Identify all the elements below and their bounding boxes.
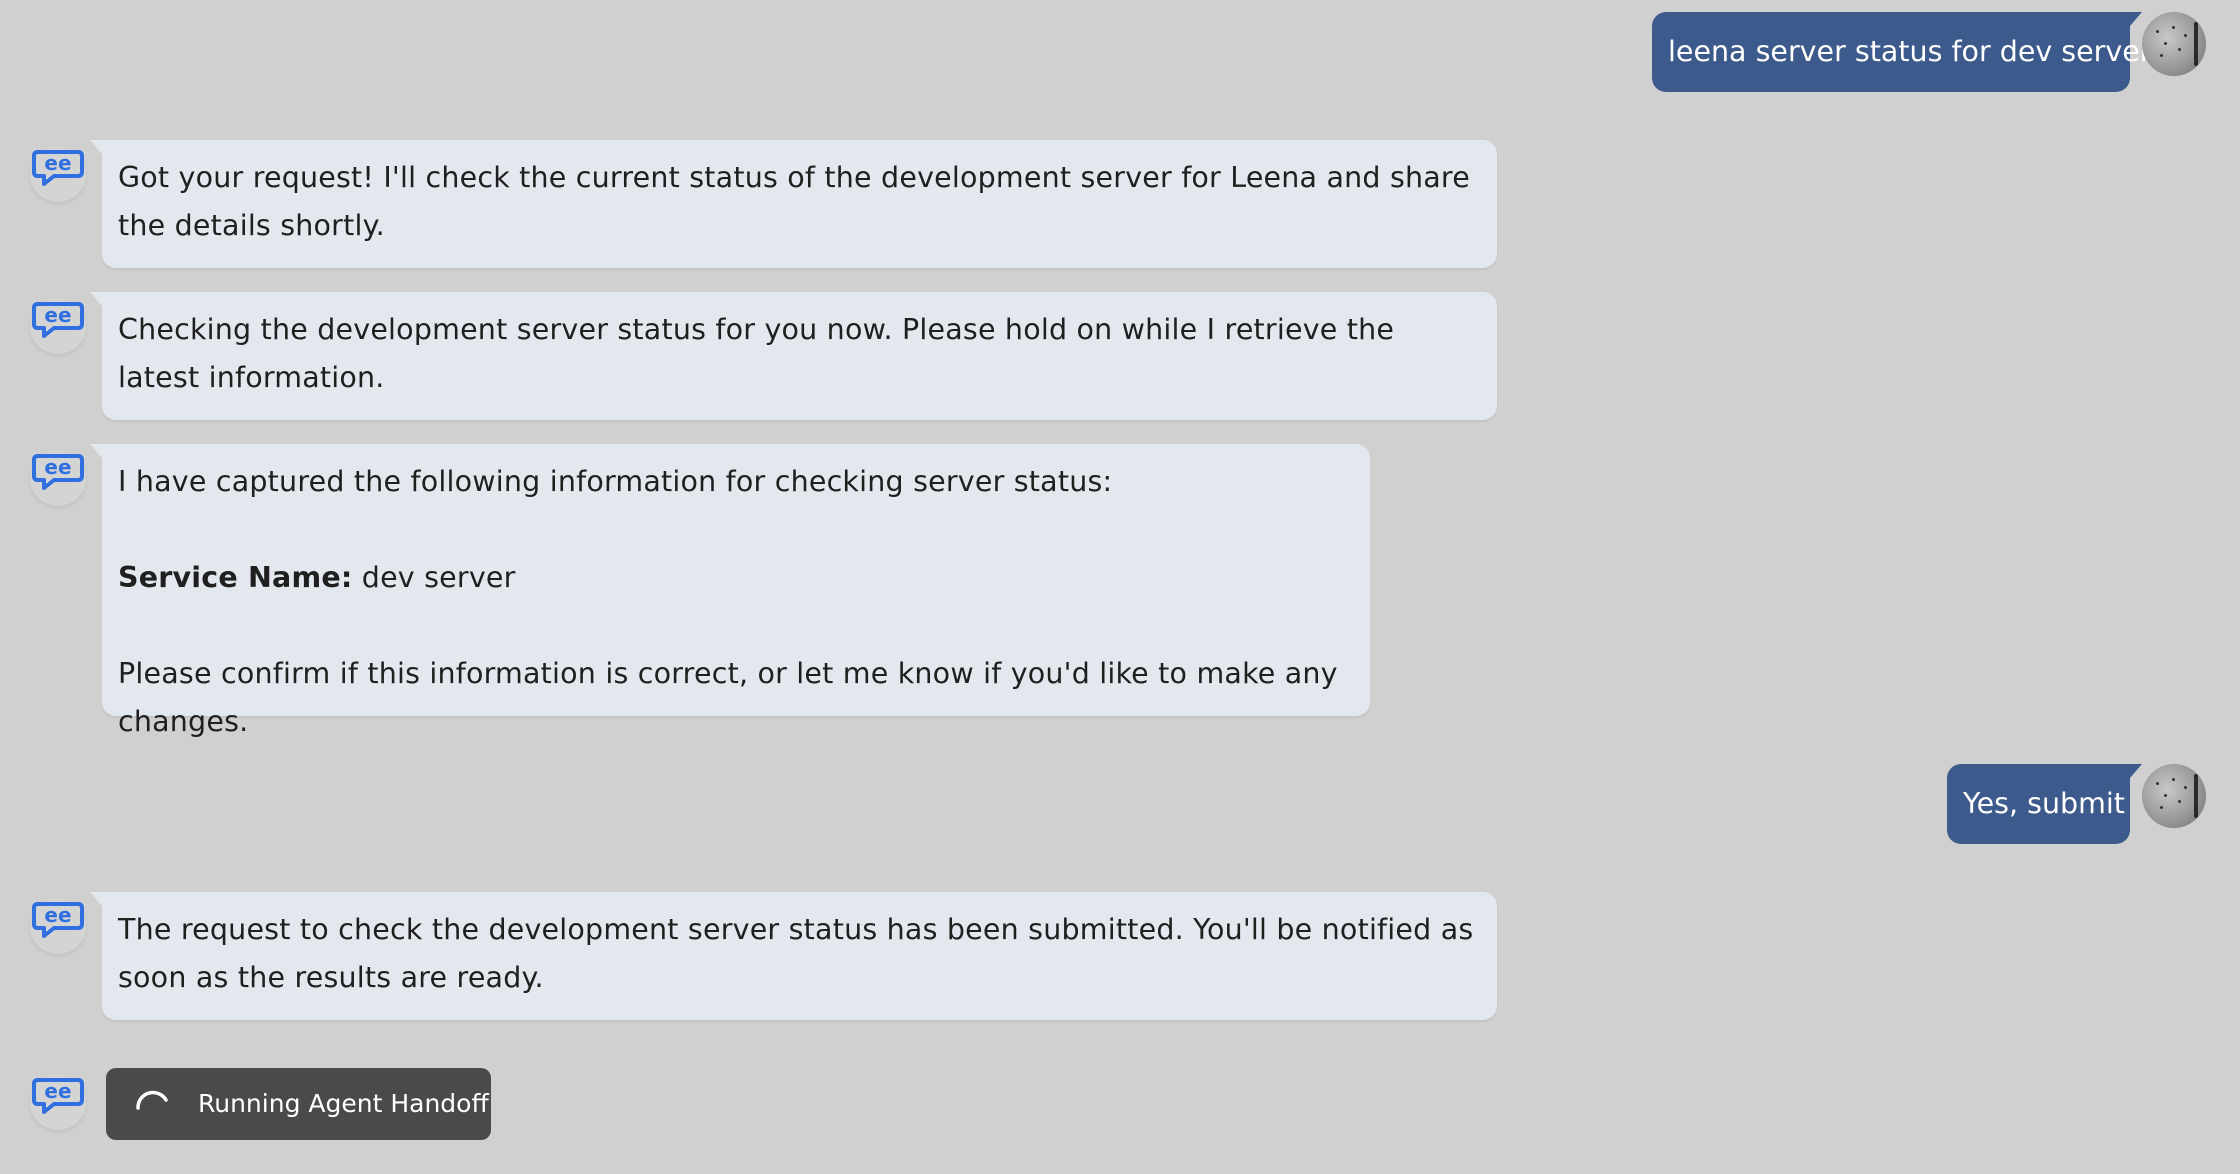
- bot-message-outro: Please confirm if this information is co…: [118, 657, 1338, 738]
- bot-avatar: ee: [30, 298, 86, 354]
- svg-text:ee: ee: [44, 303, 71, 327]
- bot-avatar: ee: [30, 898, 86, 954]
- svg-text:ee: ee: [44, 455, 71, 479]
- agent-handoff-status: Running Agent Handoff: [106, 1068, 491, 1140]
- svg-text:ee: ee: [44, 1079, 71, 1103]
- bot-message-text: Got your request! I'll check the current…: [118, 161, 1470, 242]
- chat-bubble-logo-icon: ee: [32, 302, 84, 338]
- svg-text:ee: ee: [44, 903, 71, 927]
- svg-text:ee: ee: [44, 151, 71, 175]
- service-name-label: Service Name:: [118, 561, 353, 594]
- bot-message-text: The request to check the development ser…: [118, 913, 1474, 994]
- bot-avatar: ee: [30, 146, 86, 202]
- loading-spinner-icon: [136, 1090, 168, 1110]
- user-avatar: [2142, 12, 2206, 76]
- bot-message: The request to check the development ser…: [90, 892, 1497, 1020]
- agent-handoff-label: Running Agent Handoff: [198, 1089, 489, 1118]
- chat-bubble-logo-icon: ee: [32, 902, 84, 938]
- service-name-row: Service Name: dev server: [118, 554, 1354, 602]
- chat-bubble-logo-icon: ee: [32, 454, 84, 490]
- bot-message: Got your request! I'll check the current…: [90, 140, 1497, 268]
- chat-bubble-logo-icon: ee: [32, 1078, 84, 1114]
- bot-avatar: ee: [30, 450, 86, 506]
- user-message-text: leena server status for dev server: [1668, 35, 2152, 68]
- service-name-value: dev server: [352, 561, 516, 594]
- user-avatar: [2142, 764, 2206, 828]
- bot-message-intro: I have captured the following informatio…: [118, 465, 1113, 498]
- bot-message: Checking the development server status f…: [90, 292, 1497, 420]
- bot-avatar: ee: [30, 1074, 86, 1130]
- bot-message-text: Checking the development server status f…: [118, 313, 1395, 394]
- user-message: Yes, submit: [1947, 764, 2142, 844]
- user-message: leena server status for dev server: [1652, 12, 2152, 92]
- bot-confirmation-message: I have captured the following informatio…: [90, 444, 1370, 738]
- user-message-text: Yes, submit: [1963, 787, 2125, 820]
- chat-bubble-logo-icon: ee: [32, 150, 84, 186]
